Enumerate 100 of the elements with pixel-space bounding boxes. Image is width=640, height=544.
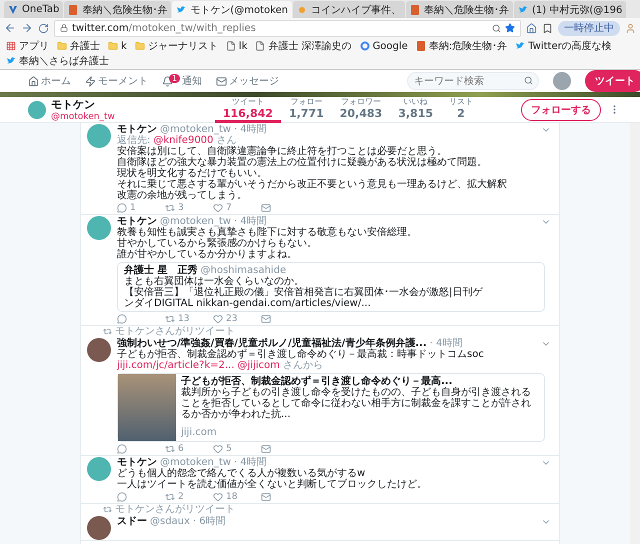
browser-tab[interactable]: 奉納＼危険生物･弁 <box>406 1 514 18</box>
avatar <box>87 457 111 481</box>
search-icon <box>524 76 534 85</box>
user-handle: @motoken_tw <box>160 124 231 135</box>
nav-item[interactable]: モーメント <box>85 74 148 88</box>
tweet-time: · 6時間 <box>192 516 226 527</box>
like-action[interactable]: 7 <box>213 202 241 212</box>
tweet-time: · 4時間 <box>234 457 267 468</box>
envelope-icon <box>261 314 271 324</box>
like-action[interactable]: 5 <box>213 444 241 454</box>
bookmark-item[interactable]: 奉納＼さらば弁護士 <box>6 54 109 68</box>
quoted-tweet[interactable]: 弁護士 星 正秀 @hoshimasahide まとも右翼団体は一水会くらいなのか。 【安倍晋三】「退位礼正殿の儀」安倍首相発言に右翼団体･一水会が激怒|日刊ゲ ンダイDIGITAL nikkan-gendai.com/articles/view/... <box>117 262 545 312</box>
lightning-icon <box>85 76 96 86</box>
photo-placeholder <box>118 374 176 441</box>
profile-stat-tab[interactable]: リスト 2 <box>441 96 481 122</box>
search-field[interactable]: キーワード検索 <box>407 72 540 90</box>
heart-icon <box>213 444 223 454</box>
like-action[interactable]: 18 <box>213 492 241 502</box>
g-logo-icon <box>360 41 370 51</box>
nav-item[interactable]: 1 通知 <box>162 74 202 88</box>
v-logo-icon <box>8 4 18 14</box>
speech-bubble-icon <box>117 492 127 502</box>
mention-link[interactable]: @knife9000 <box>153 135 214 146</box>
bookmark-icon[interactable] <box>542 22 553 34</box>
tweet-button[interactable]: ツイート <box>585 70 640 92</box>
star-icon[interactable] <box>505 23 515 33</box>
user-avatar[interactable] <box>553 72 572 90</box>
retweet-icon <box>165 492 175 502</box>
user-name: モトケン <box>117 216 157 227</box>
nav-item[interactable]: ホーム <box>28 74 71 88</box>
user-name: 強制わいせつ/準強姦/買春/児童ポルノ/児童福祉法/青少年条例弁護... <box>117 338 427 349</box>
bookmark-item[interactable]: 弁護士 <box>57 39 100 53</box>
bookmark-item[interactable]: lk <box>226 40 248 52</box>
folder-icon <box>108 41 118 51</box>
mention-link[interactable]: @jijicom <box>237 360 280 371</box>
envelope-icon <box>261 202 271 212</box>
avatar <box>87 216 111 240</box>
retweet-action[interactable]: 6 <box>165 444 193 454</box>
follow-button[interactable]: フォローする <box>521 98 601 120</box>
user-handle: @hoshimasahide <box>200 265 286 276</box>
retweet-icon <box>103 505 112 514</box>
reply-label: 返信先: <box>117 135 150 146</box>
forward-icon[interactable] <box>21 22 33 34</box>
like-action[interactable]: 23 <box>213 314 241 324</box>
profile-stat-tab[interactable]: フォロワー 20,483 <box>332 96 390 122</box>
search-icon <box>492 24 501 32</box>
retweet-label: モトケンさんがリツイート <box>115 326 235 337</box>
browser-tab[interactable]: (1) 中村元弥(@196 <box>514 1 626 18</box>
browser-tab[interactable]: モトケン(@motoken <box>172 1 292 18</box>
speech-bubble-icon <box>117 444 127 454</box>
tweet-time: · 4時間 <box>430 338 462 349</box>
quote-text: まとも右翼団体は一水会くらいなのか。 <box>124 276 304 287</box>
envelope-icon <box>216 76 228 86</box>
bookmark-item[interactable]: Twitterの高度な検 <box>515 39 612 53</box>
profile-stat-tab[interactable]: いいね 3,815 <box>390 96 441 122</box>
sun-icon <box>297 4 308 14</box>
card-domain: jiji.com <box>181 427 217 438</box>
bookmark-item[interactable]: ジャーナリスト <box>134 39 218 53</box>
heart-icon <box>213 202 223 212</box>
bird-icon <box>518 4 528 14</box>
avatar <box>87 124 111 148</box>
nav-item[interactable]: メッセージ <box>216 74 280 88</box>
url-link[interactable]: jiji.com/jc/article?k=2... <box>117 360 234 371</box>
user-name: モトケン <box>117 457 157 468</box>
bookmark-item[interactable]: 弁護士 深澤諭史の <box>255 39 352 53</box>
user-handle: @motoken_tw <box>160 457 231 468</box>
folder-icon <box>57 41 67 51</box>
speech-bubble-icon <box>117 314 127 324</box>
back-icon[interactable] <box>4 22 16 34</box>
browser-tab[interactable]: 奉納＼危険生物･弁 <box>64 1 172 18</box>
address-bar[interactable]: twitter.com/motoken_tw/with_replies <box>54 20 521 36</box>
user-name: 弁護士 星 正秀 <box>124 265 198 276</box>
tweet-text: 一人はツイートを読む価値が全くないと判断してブロックしたけど。 <box>117 479 428 490</box>
reply-action[interactable]: 1 <box>117 202 145 212</box>
bird-icon <box>515 41 526 51</box>
user-name: スドー <box>117 516 147 527</box>
retweet-action[interactable]: 2 <box>165 492 193 502</box>
home-icon[interactable] <box>526 22 537 34</box>
url-host: twitter.com <box>72 22 129 34</box>
reload-icon[interactable] <box>38 22 49 34</box>
profile-stat-tab[interactable]: フォロー 1,771 <box>280 96 332 122</box>
browser-tab[interactable]: コインハイブ事件、 <box>293 1 406 18</box>
retweet-action[interactable]: 3 <box>165 202 193 212</box>
user-handle: @sdaux <box>150 516 190 527</box>
home-icon <box>28 76 39 86</box>
retweet-icon <box>103 327 112 336</box>
tweet-text: 教養も知性も誠実さも真摯さも陛下に対する敬意もない安倍総理。 <box>117 227 418 238</box>
bookmark-item[interactable]: k <box>108 40 127 52</box>
link-card[interactable]: 子どもが拒否、制裁金認めず＝引き渡し命令めぐり－最高... 裁判所から子どもの引き渡し命令を受けたものの、子ども自身が引き渡されることを拒否しているとして命令に従わない相手方に制裁金を課すことが許されるか否かが争われた抗... jiji.com <box>117 373 545 442</box>
retweet-action[interactable]: 13 <box>165 314 193 324</box>
bookmark-item[interactable]: 奉納:危険生物･弁 <box>416 39 508 53</box>
url-path: /motoken_tw/with_replies <box>128 22 256 34</box>
retweet-icon <box>165 202 175 212</box>
bell-icon <box>162 76 173 86</box>
link-suffix: さんから <box>282 360 323 371</box>
pause-button[interactable]: 一時停止中 <box>558 20 620 36</box>
browser-tab[interactable]: OneTab <box>4 1 64 18</box>
profile-icon[interactable] <box>625 22 636 34</box>
bookmark-item[interactable]: Google <box>360 40 408 52</box>
bookmark-item[interactable]: アプリ <box>6 39 49 53</box>
